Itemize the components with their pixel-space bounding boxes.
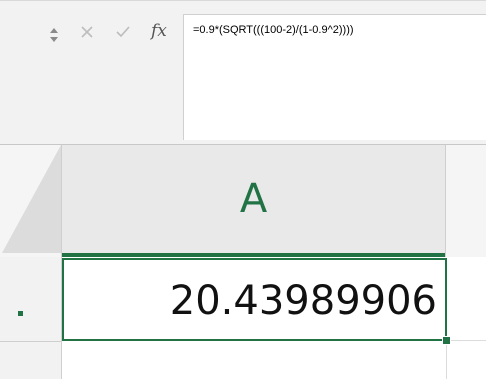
column-header-b[interactable] (445, 145, 486, 257)
name-box-stepper-icon[interactable] (49, 25, 59, 45)
cancel-icon[interactable] (76, 21, 98, 43)
column-header-a[interactable]: A (62, 145, 445, 257)
formula-input[interactable]: =0.9*(SQRT(((100-2)/(1-0.9^2)))) (183, 14, 486, 140)
row-header-2[interactable]: ) (0, 341, 62, 379)
select-all-corner[interactable] (0, 145, 62, 257)
cell-a1-selected[interactable]: 20.43989906 (62, 258, 447, 341)
row-header-selection-mark (18, 311, 23, 316)
formula-text: =0.9*(SQRT(((100-2)/(1-0.9^2)))) (193, 24, 354, 36)
formula-bar: fx =0.9*(SQRT(((100-2)/(1-0.9^2)))) (0, 0, 486, 144)
formula-bar-controls: fx (0, 0, 180, 144)
cell-a1-value: 20.43989906 (169, 278, 437, 324)
enter-checkmark-icon[interactable] (112, 21, 134, 43)
spreadsheet-grid: A ) 20.43989906 (0, 145, 486, 379)
fill-handle[interactable] (442, 336, 451, 345)
cell-b1[interactable] (447, 257, 486, 341)
cell-a2[interactable] (62, 341, 447, 379)
column-header-label: A (239, 176, 268, 222)
row-header-1[interactable] (0, 257, 62, 341)
insert-function-icon[interactable]: fx (151, 19, 175, 43)
